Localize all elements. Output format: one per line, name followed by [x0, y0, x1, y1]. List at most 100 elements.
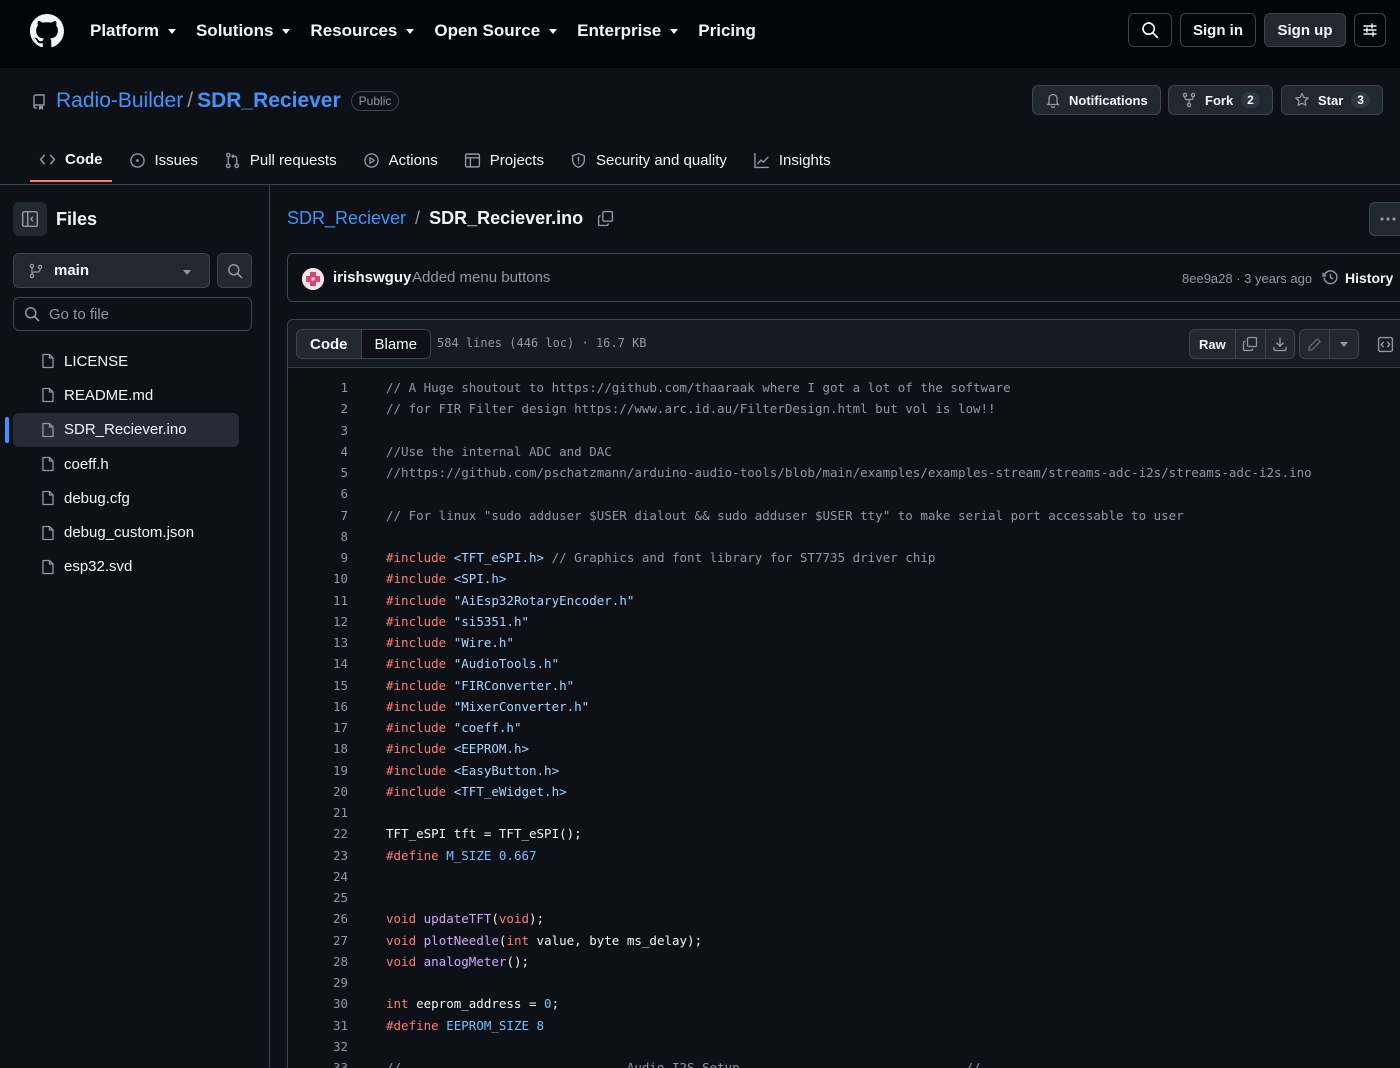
- line-number[interactable]: 26: [288, 908, 348, 929]
- star-button[interactable]: Star 3: [1281, 85, 1383, 115]
- line-number[interactable]: 25: [288, 887, 348, 908]
- nav-label: Enterprise: [577, 21, 662, 40]
- line-number[interactable]: 18: [288, 738, 348, 759]
- tab-projects[interactable]: Projects: [455, 138, 553, 182]
- line-number[interactable]: 33: [288, 1057, 348, 1068]
- line-number[interactable]: 7: [288, 505, 348, 526]
- line-number[interactable]: 1: [288, 377, 348, 398]
- go-to-file-input[interactable]: [49, 305, 229, 323]
- nav-pricing[interactable]: Pricing: [698, 21, 756, 41]
- line-number[interactable]: 30: [288, 993, 348, 1014]
- line-number[interactable]: 5: [288, 462, 348, 483]
- line-number[interactable]: 19: [288, 760, 348, 781]
- tab-issues[interactable]: Issues: [120, 138, 207, 182]
- nav-platform[interactable]: Platform: [90, 21, 176, 41]
- breadcrumb-repo-link[interactable]: SDR_Reciever: [287, 208, 406, 229]
- github-logo-icon[interactable]: [30, 14, 64, 48]
- line-number[interactable]: 17: [288, 717, 348, 738]
- line-number[interactable]: 22: [288, 823, 348, 844]
- more-options-button[interactable]: [1369, 202, 1400, 236]
- sign-up-button[interactable]: Sign up: [1264, 13, 1346, 47]
- branch-selector[interactable]: main: [13, 253, 210, 288]
- line-number[interactable]: 13: [288, 632, 348, 653]
- commit-message[interactable]: Added menu buttons: [412, 269, 550, 286]
- line-number[interactable]: 32: [288, 1036, 348, 1057]
- copy-raw-button[interactable]: [1236, 330, 1265, 358]
- file-search-button[interactable]: [217, 253, 252, 288]
- nav-open-source[interactable]: Open Source: [434, 21, 558, 41]
- code-token: "MixerConverter.h": [453, 698, 590, 714]
- commit-author[interactable]: irishswguy: [333, 269, 411, 286]
- file-tree-item[interactable]: esp32.svd: [0, 550, 269, 584]
- symbols-panel-button[interactable]: [1370, 329, 1400, 359]
- copy-path-button[interactable]: [597, 210, 614, 227]
- line-number[interactable]: 3: [288, 420, 348, 441]
- file-tree-item[interactable]: README.md: [0, 378, 269, 412]
- repo-name-link[interactable]: SDR_Reciever: [197, 89, 341, 113]
- code-line: 2 // for FIR Filter design https://www.ar…: [288, 398, 1400, 419]
- line-number[interactable]: 27: [288, 930, 348, 951]
- line-number[interactable]: 20: [288, 781, 348, 802]
- line-number[interactable]: 31: [288, 1015, 348, 1036]
- file-tree-item[interactable]: debug_custom.json: [0, 515, 269, 549]
- nav-enterprise[interactable]: Enterprise: [577, 21, 679, 41]
- code-line: 24: [288, 866, 1400, 887]
- code-token: plotNeedle: [423, 932, 499, 948]
- edit-dropdown-button[interactable]: [1329, 330, 1358, 358]
- tab-label: Pull requests: [249, 151, 337, 169]
- line-number[interactable]: 11: [288, 590, 348, 611]
- history-button[interactable]: History: [1322, 269, 1393, 286]
- line-number[interactable]: 21: [288, 802, 348, 823]
- line-number[interactable]: 14: [288, 653, 348, 674]
- tab-code[interactable]: Code: [30, 138, 112, 182]
- tab-security-and-quality[interactable]: Security and quality: [561, 138, 736, 182]
- sign-in-button[interactable]: Sign in: [1180, 13, 1256, 47]
- download-raw-button[interactable]: [1264, 330, 1294, 358]
- line-number[interactable]: 28: [288, 951, 348, 972]
- line-number[interactable]: 29: [288, 972, 348, 993]
- line-number[interactable]: 6: [288, 483, 348, 504]
- line-number[interactable]: 16: [288, 696, 348, 717]
- code-token: #include: [386, 677, 447, 693]
- commit-meta[interactable]: 8ee9a28 · 3 years ago: [1182, 271, 1312, 286]
- line-number[interactable]: 4: [288, 441, 348, 462]
- tab-pull-requests[interactable]: Pull requests: [215, 138, 346, 182]
- code-token: updateTFT: [423, 911, 492, 927]
- notifications-button[interactable]: Notifications: [1032, 85, 1161, 115]
- tab-label: Code: [65, 150, 103, 168]
- author-avatar[interactable]: [302, 268, 324, 290]
- file-tree-item[interactable]: coeff.h: [0, 447, 269, 481]
- blame-view-tab[interactable]: Blame: [361, 330, 431, 358]
- chevron-down-icon: [167, 29, 176, 34]
- tab-actions[interactable]: Actions: [354, 138, 447, 182]
- file-tree-item[interactable]: SDR_Reciever.ino: [0, 412, 269, 447]
- code-token: <EEPROM.h>: [453, 741, 530, 757]
- line-number[interactable]: 10: [288, 568, 348, 589]
- edit-file-button[interactable]: [1300, 330, 1329, 358]
- file-tree-item[interactable]: LICENSE: [0, 344, 269, 378]
- code-token: #include: [386, 656, 447, 672]
- line-number[interactable]: 23: [288, 845, 348, 866]
- line-content: #include "FIRConverter.h": [386, 675, 574, 696]
- header-menu-button[interactable]: [1354, 13, 1386, 47]
- line-number[interactable]: 15: [288, 675, 348, 696]
- nav-solutions[interactable]: Solutions: [196, 21, 291, 41]
- nav-resources[interactable]: Resources: [310, 21, 415, 41]
- line-number[interactable]: 8: [288, 526, 348, 547]
- line-number[interactable]: 9: [288, 547, 348, 568]
- line-number[interactable]: 12: [288, 611, 348, 632]
- code-token: eeprom_address =: [408, 996, 545, 1012]
- fork-button[interactable]: Fork 2: [1168, 85, 1273, 115]
- collapse-sidebar-button[interactable]: [13, 202, 47, 236]
- code-line: 23 #define M_SIZE 0.667: [288, 845, 1400, 866]
- file-tree-item[interactable]: debug.cfg: [0, 481, 269, 515]
- line-number[interactable]: 24: [288, 866, 348, 887]
- header-search-button[interactable]: [1128, 13, 1172, 47]
- code-view-tab[interactable]: Code: [297, 330, 362, 358]
- repo-owner-link[interactable]: Radio-Builder: [56, 89, 183, 113]
- line-number[interactable]: 2: [288, 398, 348, 419]
- file-breadcrumb: SDR_Reciever / SDR_Reciever.ino: [287, 208, 614, 229]
- raw-button[interactable]: Raw: [1190, 330, 1236, 358]
- code-token: void: [498, 911, 530, 927]
- tab-insights[interactable]: Insights: [744, 138, 840, 182]
